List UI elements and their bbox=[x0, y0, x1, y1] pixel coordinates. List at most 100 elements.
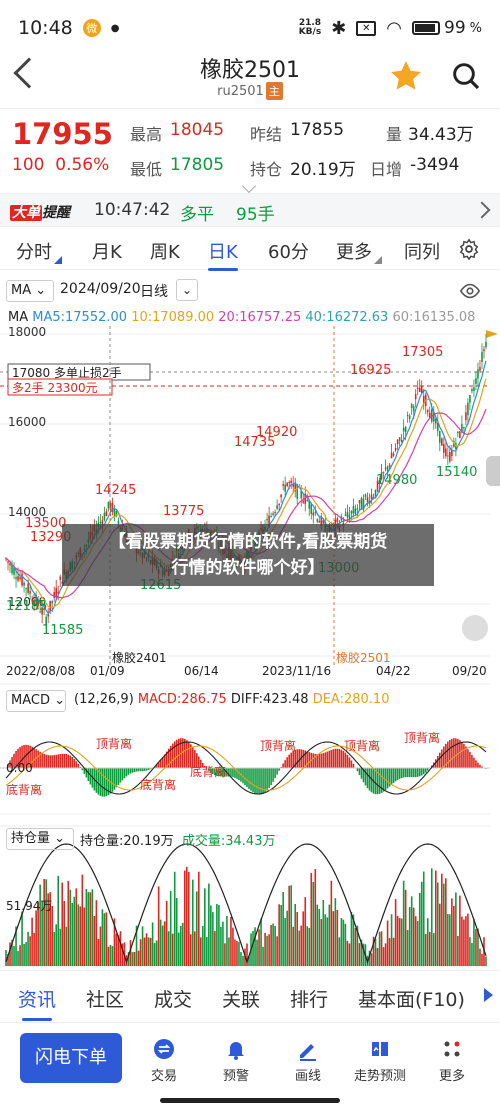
macd-bar bbox=[465, 746, 467, 768]
search-icon[interactable] bbox=[450, 60, 482, 92]
prev-settle-value: 17855 bbox=[290, 120, 345, 140]
macd-bar bbox=[473, 757, 475, 768]
tab-monthly[interactable]: 月K bbox=[92, 238, 122, 264]
open-interest-select[interactable]: 持仓量 ⌄ bbox=[6, 828, 74, 850]
macd-bar bbox=[366, 768, 369, 789]
tab-related[interactable]: 关联 bbox=[222, 985, 260, 1012]
macd-bar bbox=[420, 768, 423, 776]
macd-bar bbox=[111, 768, 114, 792]
alert-button[interactable]: 预警 bbox=[206, 1037, 266, 1084]
tab-timeshare[interactable]: 分时 bbox=[16, 238, 62, 264]
scroll-right-icon[interactable] bbox=[484, 988, 493, 1002]
macd-select[interactable]: MACD ⌄ bbox=[6, 690, 66, 712]
volume-bar bbox=[453, 905, 455, 966]
volume-bar bbox=[77, 904, 80, 966]
candle-body bbox=[7, 561, 9, 563]
macd-bar bbox=[248, 768, 250, 789]
macd-bar bbox=[344, 752, 347, 768]
candle-body bbox=[485, 341, 487, 348]
big-order-ticker[interactable]: 大单 提醒 10:47:42 多平 95手 bbox=[0, 193, 500, 227]
tab-weekly[interactable]: 周K bbox=[150, 238, 180, 264]
volume-bar bbox=[93, 916, 96, 966]
chevron-right-icon[interactable] bbox=[473, 201, 491, 219]
candle-body bbox=[266, 518, 268, 521]
volume-bar bbox=[208, 883, 210, 966]
date-label: 09/20 bbox=[452, 664, 487, 678]
candle-body bbox=[17, 576, 19, 581]
macd-bar bbox=[43, 753, 45, 768]
volume-bar bbox=[308, 927, 311, 966]
volume-bar bbox=[282, 892, 284, 966]
kline-chart[interactable]: 18000 16000 14000 12000 17080 多单止损2手 多2手… bbox=[0, 326, 500, 971]
tab-ranking[interactable]: 排行 bbox=[290, 985, 328, 1012]
prev-settle-label: 昨结 bbox=[250, 125, 283, 144]
last-price: 17955 bbox=[12, 117, 113, 151]
volume-bar bbox=[260, 918, 262, 966]
candle-body bbox=[99, 521, 102, 523]
candle-body bbox=[439, 430, 441, 443]
trough-label-14980: 14980 bbox=[376, 473, 417, 488]
volume-bar bbox=[206, 937, 208, 966]
tab-same-list[interactable]: 同列 bbox=[404, 238, 440, 264]
tab-daily[interactable]: 日K bbox=[208, 238, 238, 271]
volume-bar bbox=[181, 922, 184, 966]
star-icon[interactable] bbox=[388, 58, 424, 94]
main-badge: 主 bbox=[265, 82, 283, 100]
macd-bar bbox=[115, 768, 118, 788]
macd-bar bbox=[250, 768, 252, 791]
volume-bar bbox=[55, 924, 58, 966]
macd-bar bbox=[47, 755, 49, 768]
candle-body bbox=[418, 387, 421, 392]
float-button[interactable] bbox=[462, 615, 488, 641]
candle-body bbox=[282, 484, 284, 486]
candle-body bbox=[318, 520, 321, 523]
expand-chevron-icon[interactable] bbox=[241, 178, 257, 194]
side-handle[interactable] bbox=[486, 456, 500, 486]
tab-60min[interactable]: 60分 bbox=[268, 238, 309, 264]
macd-bar bbox=[424, 768, 427, 773]
volume-bar bbox=[392, 937, 395, 966]
macd-bar bbox=[408, 768, 411, 778]
status-bar: 10:48 微 ● 21.8 KB/s ✱ ✕ ◠ 99% bbox=[0, 0, 500, 56]
tab-community[interactable]: 社区 bbox=[86, 985, 124, 1012]
volume-bar bbox=[43, 879, 45, 966]
candle-body bbox=[107, 501, 110, 509]
eye-icon[interactable] bbox=[458, 280, 482, 302]
macd-bar bbox=[292, 751, 294, 768]
candle-body bbox=[410, 404, 413, 409]
indicator-select[interactable]: MA ⌄ bbox=[6, 280, 54, 302]
volume-bar bbox=[141, 926, 144, 966]
macd-bar bbox=[338, 748, 341, 768]
macd-bar bbox=[260, 768, 262, 795]
tab-more[interactable]: 更多 bbox=[336, 238, 382, 264]
trough-label-11585: 11585 bbox=[42, 623, 83, 638]
draw-button[interactable]: 画线 bbox=[278, 1037, 338, 1084]
open-interest-label: 持仓 bbox=[250, 160, 283, 179]
volume-bar bbox=[334, 898, 337, 966]
tab-fundamentals[interactable]: 基本面(F10) bbox=[358, 985, 465, 1012]
forecast-button[interactable]: 走势预测 bbox=[350, 1037, 410, 1084]
candle-body bbox=[310, 504, 313, 514]
trade-button[interactable]: 交易 bbox=[134, 1037, 194, 1084]
macd-bar bbox=[348, 757, 351, 768]
volume-bar bbox=[461, 916, 463, 966]
kind-dropdown[interactable]: ⌄ bbox=[176, 279, 198, 301]
volume-bar bbox=[432, 933, 435, 966]
volume-bar bbox=[376, 947, 379, 966]
tab-news[interactable]: 资讯 bbox=[18, 985, 56, 1021]
candle-body bbox=[388, 464, 391, 467]
volume-bar bbox=[61, 882, 64, 966]
more-button[interactable]: 更多 bbox=[422, 1037, 482, 1084]
home-indicator[interactable] bbox=[160, 1098, 340, 1103]
candle-body bbox=[346, 511, 349, 517]
volume-bar bbox=[29, 936, 31, 966]
gear-icon[interactable] bbox=[458, 238, 480, 260]
volume-bar bbox=[445, 878, 447, 966]
candle-body bbox=[105, 511, 108, 517]
macd-bar bbox=[396, 768, 399, 780]
volume-bar bbox=[386, 920, 389, 966]
tab-trades[interactable]: 成交 bbox=[154, 985, 192, 1012]
volume-bar bbox=[212, 912, 214, 966]
flash-order-button[interactable]: 闪电下单 bbox=[20, 1033, 122, 1083]
macd-bar bbox=[49, 755, 51, 768]
